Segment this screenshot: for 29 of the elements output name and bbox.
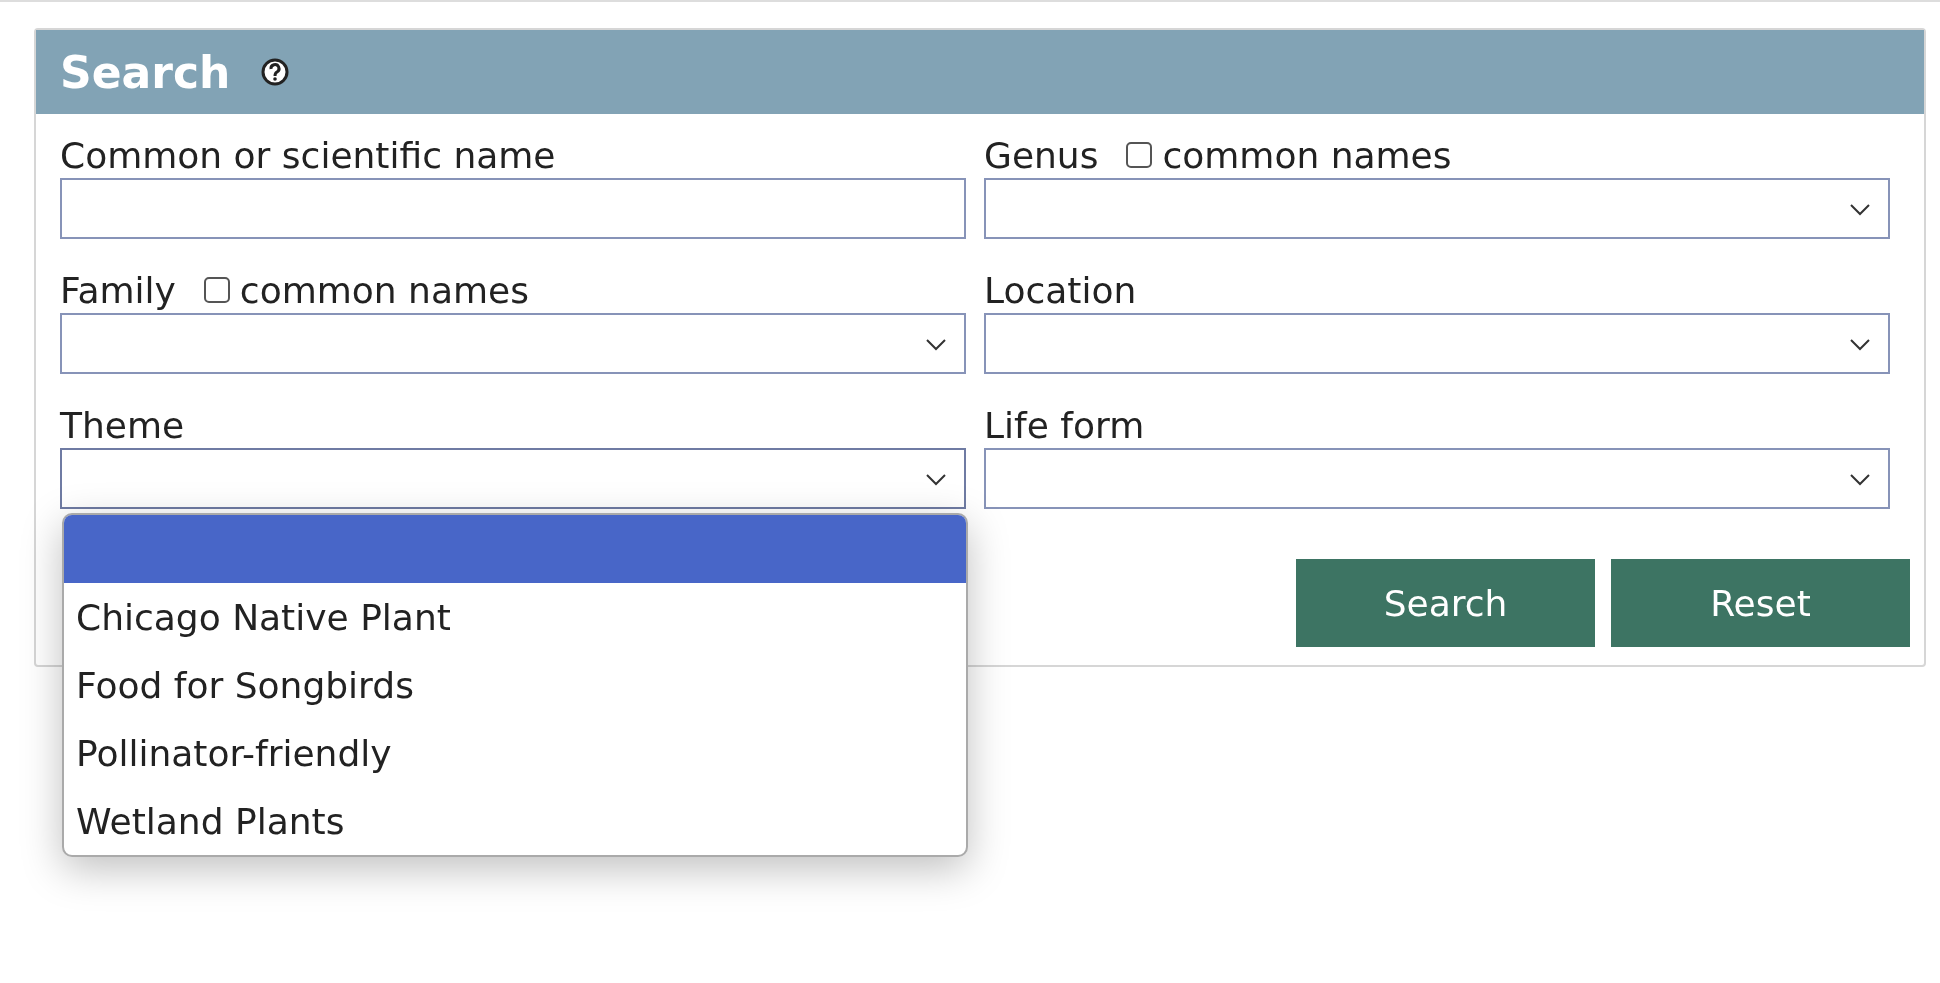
checkbox[interactable] <box>1126 142 1153 168</box>
dropdown-field[interactable] <box>60 448 966 509</box>
field-label: Location <box>984 269 1137 311</box>
checkbox-label[interactable]: common names <box>239 269 529 311</box>
help-icon[interactable] <box>260 57 291 87</box>
checkbox-label[interactable]: common names <box>1162 134 1452 176</box>
dropdown-field[interactable] <box>984 313 1890 374</box>
dropdown-option[interactable]: Food for Songbirds <box>64 651 966 719</box>
dropdown-option[interactable]: Wetland Plants <box>64 787 966 855</box>
dropdown-field[interactable] <box>60 313 966 374</box>
field-label: Family <box>60 269 176 311</box>
field-label: Common or scientific name <box>60 134 556 176</box>
form-button[interactable]: Search <box>1296 559 1595 647</box>
form-button[interactable]: Reset <box>1611 559 1910 647</box>
field-label: Life form <box>984 404 1145 446</box>
chevron-down-icon <box>926 339 946 351</box>
dropdown-option[interactable]: Pollinator-friendly <box>64 719 966 787</box>
dropdown-field[interactable] <box>984 448 1890 509</box>
field-label: Genus <box>984 134 1099 176</box>
chevron-down-icon <box>1850 339 1870 351</box>
panel-title: Search <box>60 46 231 98</box>
checkbox[interactable] <box>203 277 230 303</box>
field-label: Theme <box>60 404 185 446</box>
chevron-down-icon <box>1850 474 1870 486</box>
chevron-down-icon <box>926 474 946 486</box>
dropdown-field[interactable] <box>984 178 1890 239</box>
dropdown-option[interactable]: Chicago Native Plant <box>64 583 966 651</box>
name-input-field[interactable] <box>60 178 966 239</box>
chevron-down-icon <box>1850 204 1870 216</box>
